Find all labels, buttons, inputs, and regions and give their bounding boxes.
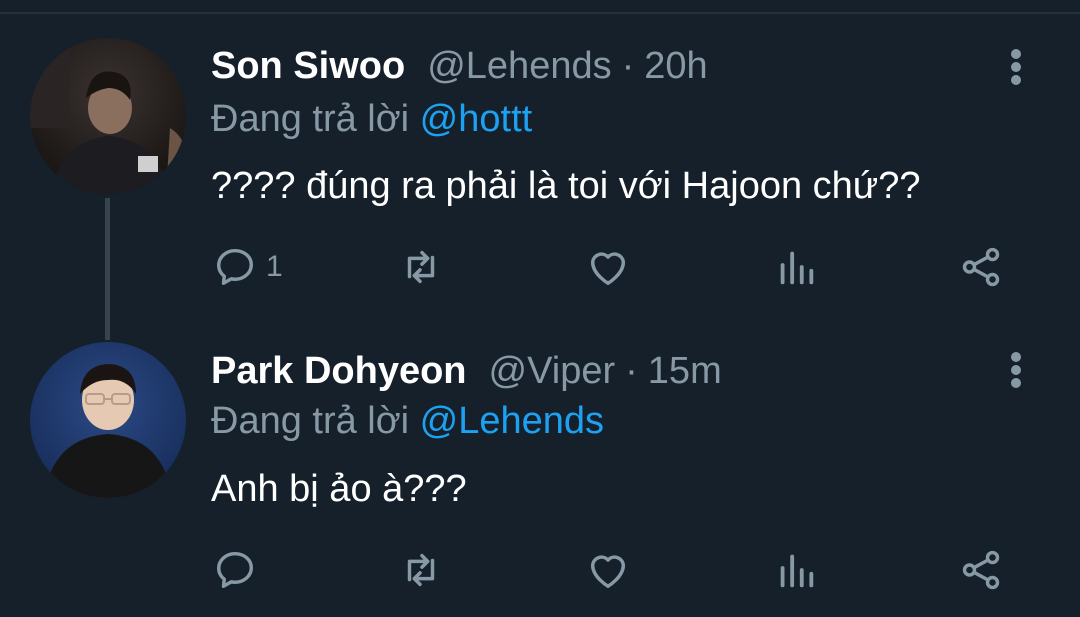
share-icon	[962, 550, 1000, 590]
like-icon	[590, 555, 626, 589]
avatar[interactable]	[30, 342, 186, 498]
analytics-icon	[780, 554, 814, 588]
tweet-header: Son Siwoo @Lehends · 20h	[211, 45, 708, 88]
reply-icon	[216, 248, 254, 286]
mention-link[interactable]: @hottt	[420, 98, 533, 140]
tweet-text: ???? đúng ra phải là toi với Hajoon chứ?…	[211, 165, 921, 207]
share-button[interactable]	[958, 244, 1004, 290]
retweet-icon	[407, 250, 435, 284]
retweet-button[interactable]	[398, 547, 444, 593]
reply-icon	[216, 551, 254, 589]
replying-to-label: Đang trả lời	[211, 98, 410, 140]
separator: ·	[625, 350, 638, 392]
timestamp[interactable]: 15m	[648, 350, 722, 393]
more-vertical-icon[interactable]	[1000, 46, 1032, 86]
tweet-text: Anh bị ảo à???	[211, 468, 467, 510]
mention-link[interactable]: @Lehends	[420, 400, 604, 442]
timestamp[interactable]: 20h	[644, 45, 707, 88]
replying-to-label: Đang trả lời	[211, 400, 410, 442]
analytics-icon	[780, 251, 814, 285]
reply-button[interactable]	[212, 547, 266, 593]
tweet-header: Park Dohyeon @Viper · 15m	[211, 350, 722, 393]
analytics-button[interactable]	[773, 244, 819, 290]
separator: ·	[621, 45, 635, 87]
top-divider	[0, 12, 1080, 14]
like-icon	[590, 252, 626, 286]
analytics-button[interactable]	[773, 547, 819, 593]
user-handle[interactable]: @Lehends	[427, 45, 611, 88]
share-button[interactable]	[958, 547, 1004, 593]
reply-count: 1	[266, 250, 283, 283]
like-button[interactable]	[585, 244, 631, 290]
like-button[interactable]	[585, 547, 631, 593]
retweet-button[interactable]	[398, 244, 444, 290]
action-bar: 1	[0, 244, 1080, 294]
more-vertical-icon[interactable]	[1000, 349, 1032, 389]
action-bar	[0, 547, 1080, 597]
retweet-icon	[407, 553, 435, 587]
avatar[interactable]	[30, 38, 186, 194]
reply-button[interactable]: 1	[212, 244, 283, 290]
replying-to: Đang trả lời @Lehends	[211, 400, 604, 443]
share-icon	[962, 247, 1000, 287]
user-handle[interactable]: @Viper	[489, 350, 616, 393]
display-name[interactable]: Park Dohyeon	[211, 350, 467, 393]
replying-to: Đang trả lời @hottt	[211, 98, 532, 141]
display-name[interactable]: Son Siwoo	[211, 45, 405, 88]
